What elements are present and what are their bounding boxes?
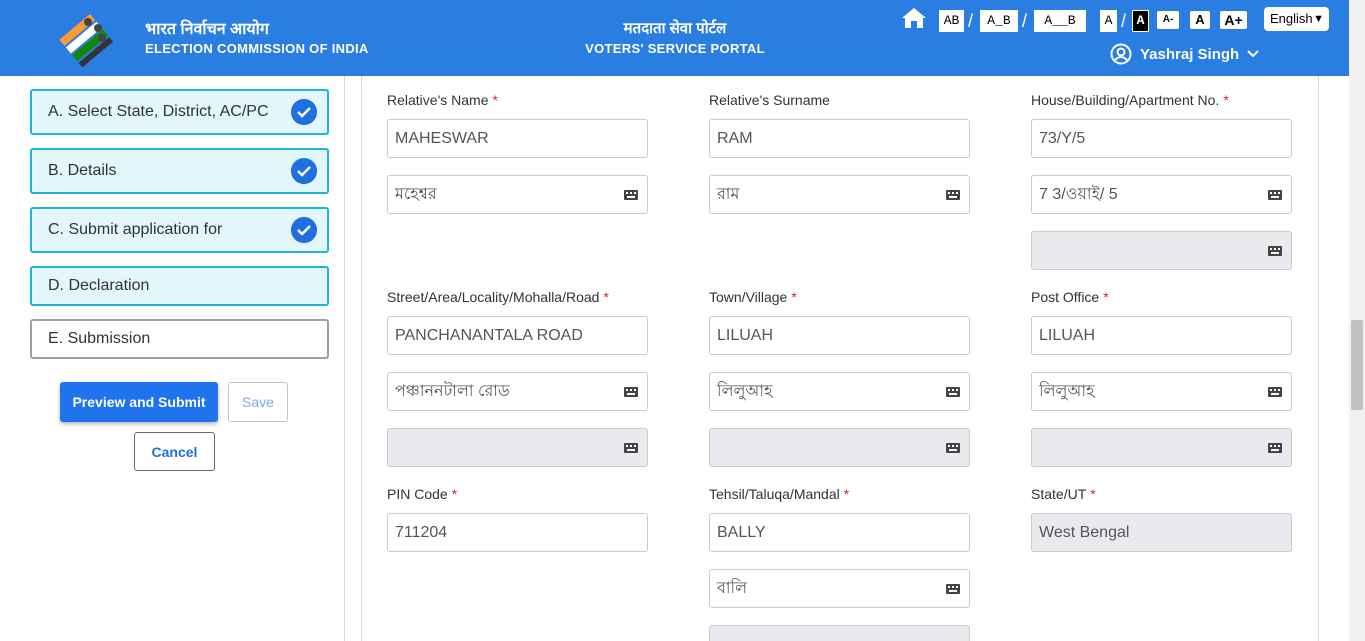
- contrast-normal-button[interactable]: A: [1100, 10, 1117, 32]
- eci-title-hindi: भारत निर्वाचन आयोग: [145, 21, 269, 38]
- town-input[interactable]: LILUAH: [709, 316, 970, 355]
- house-no-input[interactable]: 73/Y/5: [1031, 119, 1292, 158]
- street-regional-input[interactable]: পঞ্চাননটালা রোড: [387, 372, 648, 411]
- spacing-normal-button[interactable]: AB: [939, 10, 964, 32]
- scrollbar-thumb[interactable]: [1351, 320, 1363, 410]
- step-label: B. Details: [48, 162, 117, 179]
- relative-name-regional-input[interactable]: মহেশ্বর: [387, 175, 648, 214]
- street-alt-input: [387, 428, 648, 467]
- chevron-down-icon: [1247, 50, 1259, 58]
- town-regional-input[interactable]: লিলুআহ: [709, 372, 970, 411]
- portal-title-english: VOTERS' SERVICE PORTAL: [585, 41, 765, 56]
- pin-code-input[interactable]: 711204: [387, 513, 648, 552]
- step-b-details[interactable]: B. Details: [30, 148, 329, 194]
- separator: /: [1022, 11, 1028, 31]
- keyboard-icon[interactable]: [946, 443, 960, 453]
- tehsil-alt-input: [709, 625, 970, 641]
- divider: [1318, 76, 1319, 641]
- house-no-alt-input: [1031, 231, 1292, 270]
- font-increase-button[interactable]: A+: [1220, 11, 1247, 29]
- user-avatar-icon: [1110, 43, 1132, 65]
- user-menu[interactable]: Yashraj Singh: [1110, 43, 1259, 65]
- street-label: Street/Area/Locality/Mohalla/Road *: [387, 289, 609, 305]
- relative-name-label: Relative's Name *: [387, 92, 498, 108]
- keyboard-icon[interactable]: [1268, 190, 1282, 200]
- eci-title-english: ELECTION COMMISSION OF INDIA: [145, 41, 369, 56]
- keyboard-icon[interactable]: [1268, 443, 1282, 453]
- language-select[interactable]: English ▼: [1264, 7, 1329, 31]
- keyboard-icon[interactable]: [624, 443, 638, 453]
- relative-surname-regional-input[interactable]: রাম: [709, 175, 970, 214]
- pin-code-label: PIN Code *: [387, 486, 458, 502]
- check-circle-icon: [291, 99, 317, 125]
- step-label: C. Submit application for: [48, 221, 223, 238]
- step-label: D. Declaration: [48, 277, 150, 294]
- post-office-alt-input: [1031, 428, 1292, 467]
- town-alt-input: [709, 428, 970, 467]
- step-c-submit-application[interactable]: C. Submit application for: [30, 207, 329, 253]
- relative-name-input[interactable]: MAHESWAR: [387, 119, 648, 158]
- check-circle-icon: [291, 158, 317, 184]
- keyboard-icon[interactable]: [624, 387, 638, 397]
- divider: [361, 76, 362, 641]
- contrast-high-button[interactable]: A: [1132, 10, 1149, 32]
- eci-logo-icon: [59, 13, 114, 68]
- cancel-button[interactable]: Cancel: [134, 432, 215, 471]
- house-no-label: House/Building/Apartment No. *: [1031, 92, 1229, 108]
- step-a-select-state[interactable]: A. Select State, District, AC/PC: [30, 89, 329, 135]
- tehsil-regional-input[interactable]: বালি: [709, 569, 970, 608]
- user-name: Yashraj Singh: [1140, 45, 1240, 63]
- keyboard-icon[interactable]: [946, 190, 960, 200]
- keyboard-icon[interactable]: [1268, 246, 1282, 256]
- keyboard-icon[interactable]: [624, 190, 638, 200]
- post-office-regional-input[interactable]: লিলুআহ: [1031, 372, 1292, 411]
- keyboard-icon[interactable]: [1268, 387, 1282, 397]
- step-d-declaration[interactable]: D. Declaration: [30, 266, 329, 306]
- site-header: भारत निर्वाचन आयोग ELECTION COMMISSION O…: [0, 0, 1349, 76]
- language-select-value: English: [1270, 11, 1313, 26]
- preview-submit-button[interactable]: Preview and Submit: [60, 382, 218, 422]
- tehsil-label: Tehsil/Taluqa/Mandal *: [709, 486, 850, 502]
- post-office-label: Post Office *: [1031, 289, 1109, 305]
- check-circle-icon: [291, 217, 317, 243]
- state-label: State/UT *: [1031, 486, 1096, 502]
- town-label: Town/Village *: [709, 289, 797, 305]
- keyboard-icon[interactable]: [946, 387, 960, 397]
- street-input[interactable]: PANCHANANTALA ROAD: [387, 316, 648, 355]
- portal-title-hindi: मतदाता सेवा पोर्टल: [623, 20, 727, 37]
- home-icon[interactable]: [901, 6, 927, 30]
- separator: /: [1121, 11, 1127, 31]
- separator: /: [968, 11, 974, 31]
- relative-surname-input[interactable]: RAM: [709, 119, 970, 158]
- step-label: A. Select State, District, AC/PC: [48, 103, 269, 120]
- house-no-regional-input[interactable]: 7 3/ওয়াই/ 5: [1031, 175, 1292, 214]
- keyboard-icon[interactable]: [946, 584, 960, 594]
- font-normal-button[interactable]: A: [1190, 11, 1210, 29]
- post-office-input[interactable]: LILUAH: [1031, 316, 1292, 355]
- tehsil-input[interactable]: BALLY: [709, 513, 970, 552]
- save-button[interactable]: Save: [228, 382, 288, 422]
- font-decrease-button[interactable]: A-: [1157, 11, 1179, 29]
- step-e-submission[interactable]: E. Submission: [30, 319, 329, 359]
- state-input: West Bengal: [1031, 513, 1292, 552]
- spacing-large-button[interactable]: A__B: [1034, 10, 1086, 32]
- chevron-down-icon: ▼: [1313, 13, 1324, 25]
- divider: [344, 76, 345, 641]
- step-label: E. Submission: [48, 330, 151, 347]
- spacing-medium-button[interactable]: A_B: [980, 10, 1018, 32]
- relative-surname-label: Relative's Surname: [709, 92, 830, 108]
